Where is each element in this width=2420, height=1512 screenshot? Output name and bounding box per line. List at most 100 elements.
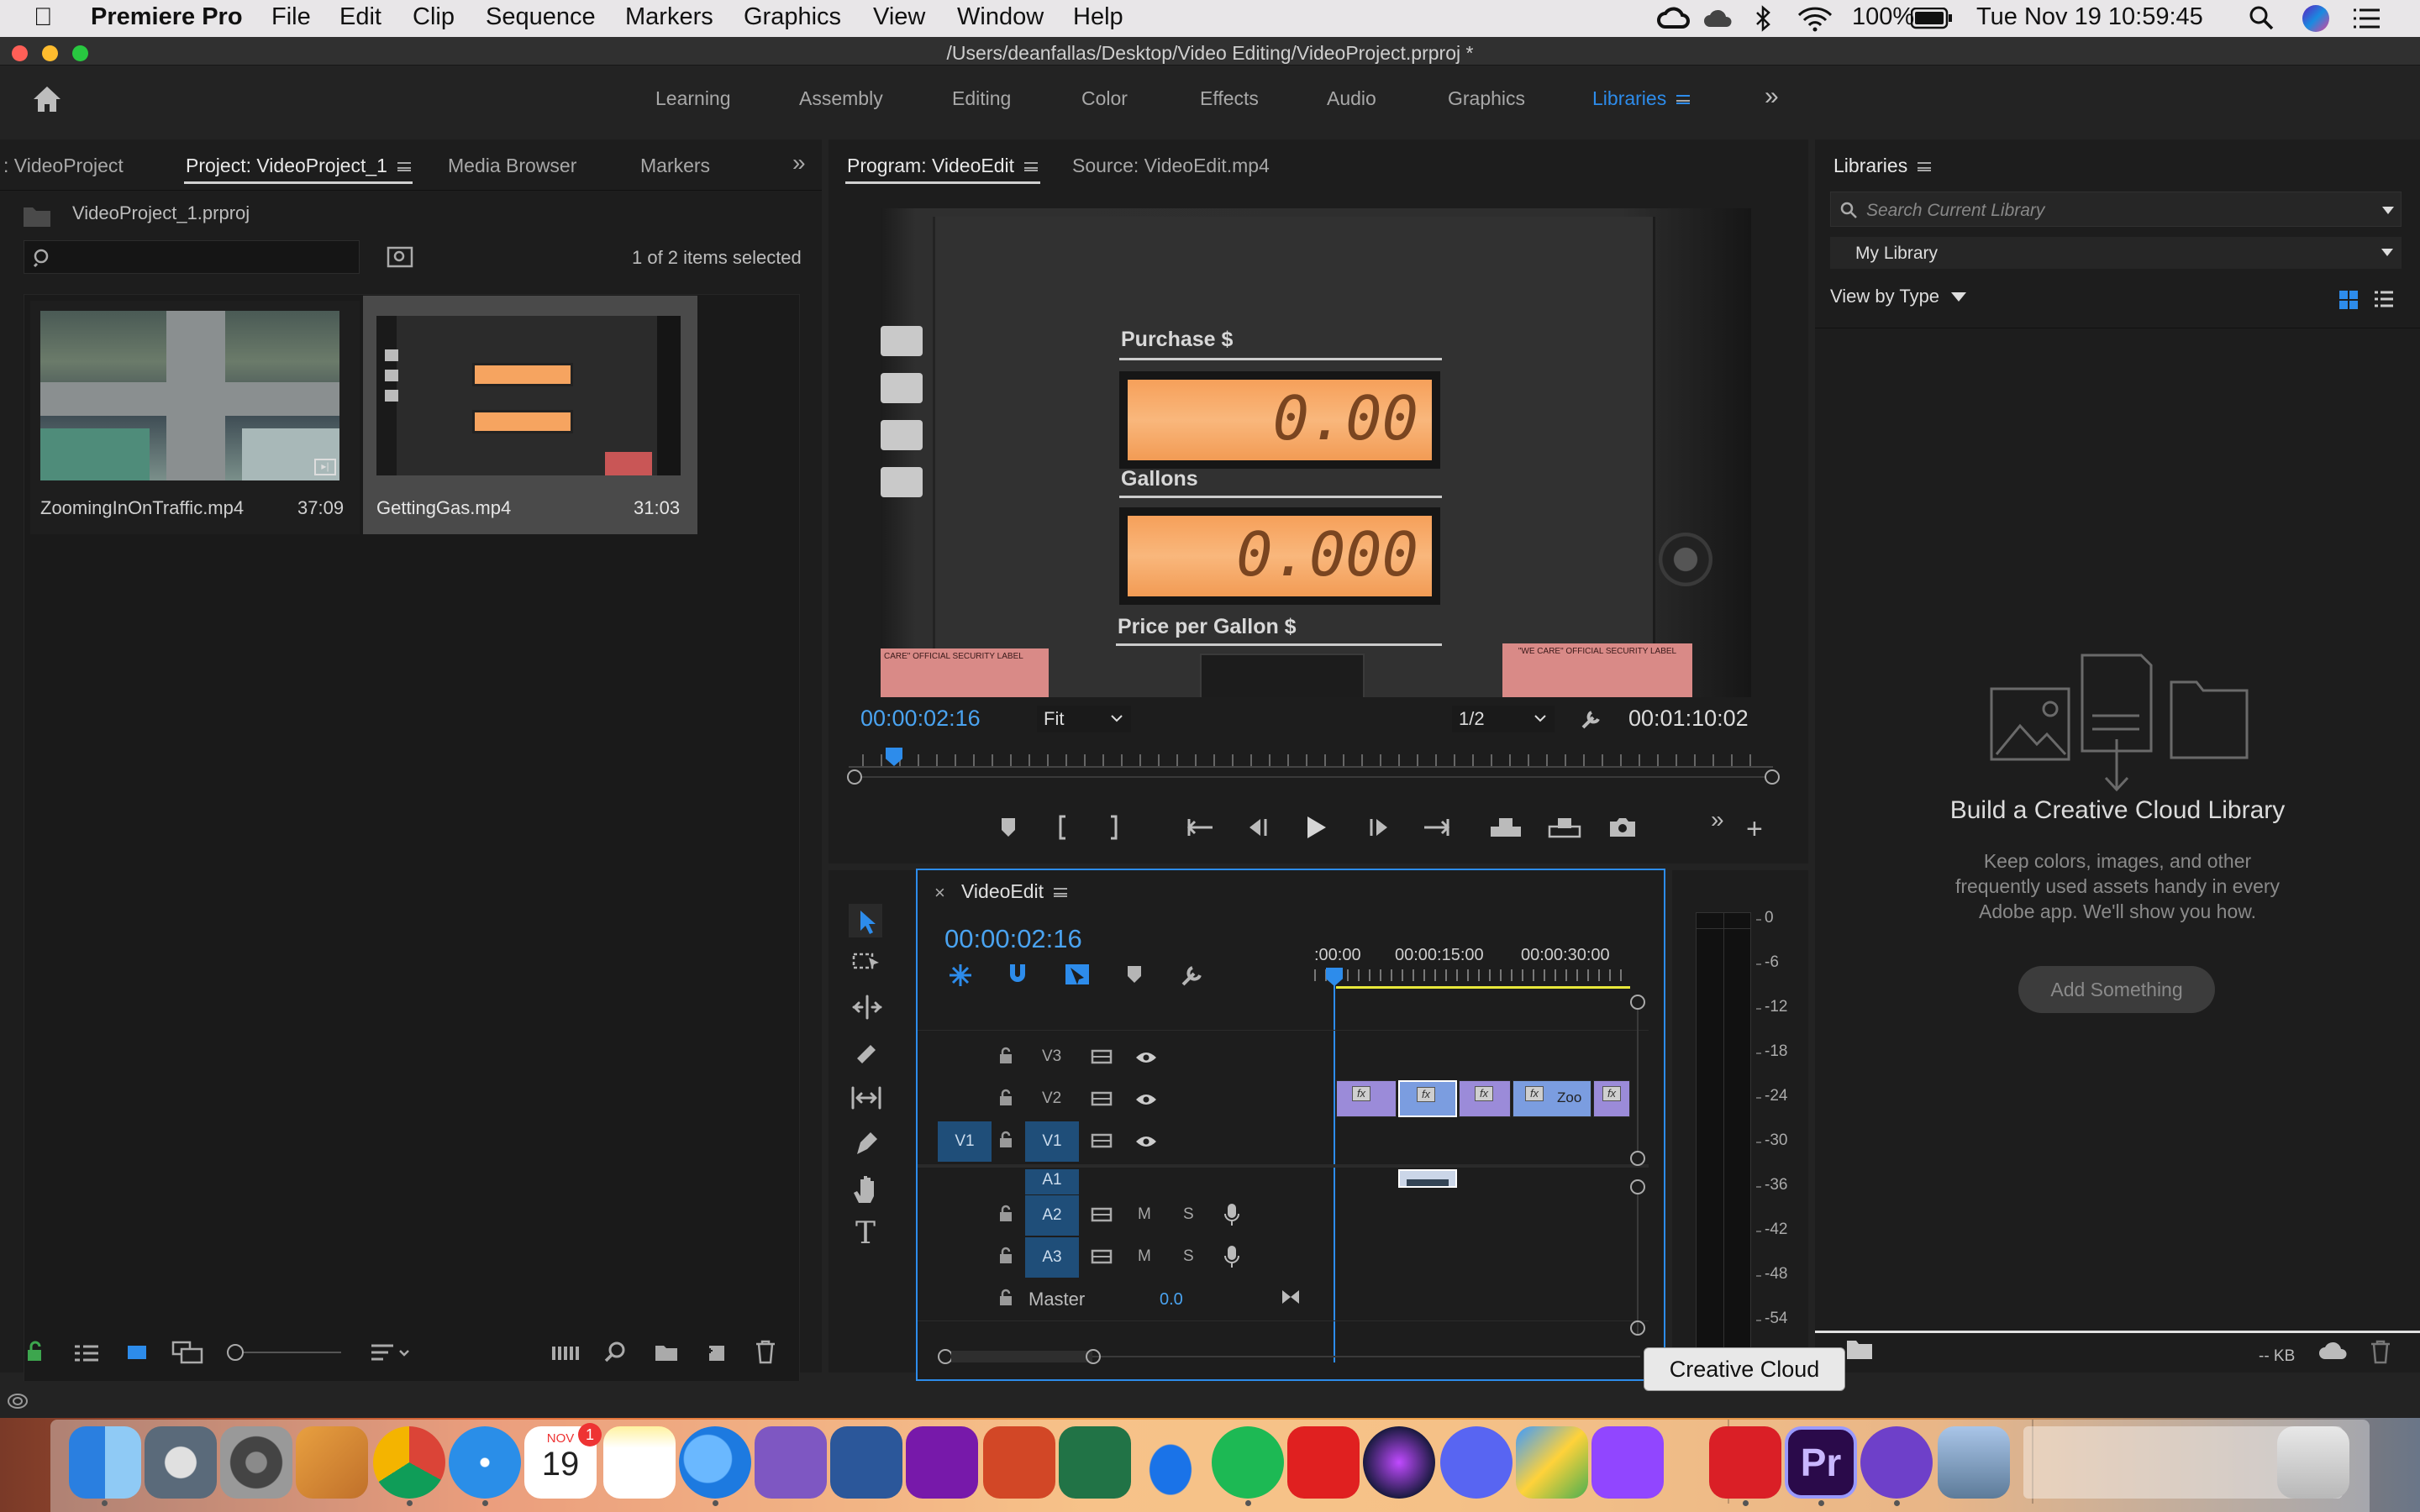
audio-clip[interactable] [1398, 1169, 1457, 1188]
v-scroll-track[interactable] [1637, 1010, 1639, 1151]
v-scroll-handle[interactable] [1630, 995, 1645, 1010]
trash-icon[interactable] [2277, 1426, 2349, 1499]
zoom-bar-handle-right[interactable] [1765, 769, 1780, 785]
zoom-level-select[interactable]: Fit [1037, 706, 1131, 732]
timeline-clip-selected[interactable]: fx [1398, 1080, 1457, 1117]
lift-icon[interactable] [1489, 816, 1523, 838]
icon-view-icon[interactable] [126, 1342, 148, 1362]
spotlight-icon[interactable] [2249, 5, 2275, 32]
workspace-libraries[interactable]: Libraries [1592, 87, 1691, 110]
siri-icon[interactable] [2302, 5, 2329, 32]
workspace-overflow-button[interactable]: » [1765, 82, 1779, 111]
mute-track-button[interactable]: M [1138, 1247, 1151, 1266]
track-lock-icon[interactable] [998, 1289, 1013, 1307]
panel-overflow-button[interactable]: » [792, 150, 806, 176]
tab-videoproject[interactable]: : VideoProject [3, 155, 124, 177]
timeline-clip[interactable]: fx Zoo [1512, 1080, 1591, 1117]
battery-icon[interactable] [1911, 8, 1953, 29]
resolution-select[interactable]: 1/2 [1452, 706, 1555, 732]
button-editor-overflow[interactable]: » [1711, 806, 1724, 833]
zoom-slider-track[interactable] [244, 1352, 341, 1353]
slip-tool-icon[interactable] [850, 1085, 882, 1110]
delete-icon[interactable] [2370, 1339, 2391, 1364]
track-lock-icon[interactable] [998, 1131, 1013, 1149]
chrome-icon[interactable] [373, 1426, 445, 1499]
menu-help[interactable]: Help [1073, 3, 1123, 31]
track-target-a1[interactable]: A1 [1025, 1169, 1079, 1194]
step-forward-icon[interactable] [1366, 818, 1390, 837]
calculator-icon[interactable] [296, 1426, 368, 1499]
panel-menu-icon[interactable] [1024, 162, 1039, 172]
close-sequence-icon[interactable]: × [934, 882, 945, 904]
find-bin-icon[interactable] [387, 244, 413, 269]
go-to-out-icon[interactable] [1422, 818, 1450, 837]
track-lock-icon[interactable] [998, 1247, 1013, 1265]
timeline-playhead-head[interactable] [1326, 968, 1343, 986]
mute-track-button[interactable]: M [1138, 1205, 1151, 1224]
tab-project-videoproject-1[interactable]: Project: VideoProject_1 [186, 155, 411, 177]
track-target-v1[interactable]: V1 [1025, 1121, 1079, 1162]
spotify-icon[interactable] [1212, 1426, 1284, 1499]
workspace-editing[interactable]: Editing [952, 87, 1011, 110]
home-icon[interactable] [30, 82, 64, 116]
lock-icon[interactable] [25, 1341, 44, 1362]
panel-menu-icon[interactable] [397, 162, 411, 172]
linked-selection-icon[interactable] [1064, 963, 1091, 986]
snap-magnet-icon[interactable] [1007, 963, 1028, 986]
menu-edit[interactable]: Edit [339, 3, 381, 31]
voice-over-mic-icon[interactable] [1223, 1245, 1240, 1268]
notification-center-icon[interactable] [2351, 7, 2381, 30]
step-back-icon[interactable] [1247, 818, 1270, 837]
razor-tool-icon[interactable] [852, 1040, 881, 1067]
list-view-icon[interactable] [2373, 289, 2395, 311]
bluestacks-icon[interactable] [1516, 1426, 1588, 1499]
launchpad-icon[interactable] [145, 1426, 217, 1499]
onedrive-icon[interactable] [1134, 1426, 1207, 1499]
solo-track-button[interactable]: S [1183, 1247, 1194, 1266]
tab-program-monitor[interactable]: Program: VideoEdit [847, 155, 1039, 177]
workspace-menu-icon[interactable] [1676, 95, 1691, 105]
video-audio-divider[interactable] [918, 1164, 1649, 1168]
track-target-a2[interactable]: A2 [1025, 1195, 1079, 1236]
track-lock-icon[interactable] [998, 1047, 1013, 1065]
timeline-ruler-ticks[interactable] [1314, 969, 1630, 981]
workspace-assembly[interactable]: Assembly [799, 87, 883, 110]
workspace-learning[interactable]: Learning [655, 87, 731, 110]
creative-cloud-icon[interactable] [1709, 1426, 1781, 1499]
mark-in-icon[interactable] [1055, 815, 1069, 840]
timeline-settings-wrench-icon[interactable] [1180, 963, 1205, 988]
wrench-icon[interactable] [1580, 707, 1603, 731]
wifi-icon[interactable] [1797, 5, 1833, 32]
menu-clip[interactable]: Clip [413, 3, 455, 31]
sequence-tab[interactable]: VideoEdit [961, 880, 1068, 903]
apple-icon[interactable]:  [34, 3, 53, 32]
timeline-clip[interactable]: fx [1593, 1080, 1630, 1117]
play-button[interactable] [1306, 815, 1328, 840]
workspace-color[interactable]: Color [1081, 87, 1128, 110]
grid-view-icon[interactable] [2338, 289, 2360, 311]
sync-lock-icon[interactable] [1091, 1090, 1113, 1107]
visual-studio-icon[interactable] [755, 1426, 827, 1499]
zoom-bar-handle-left[interactable] [847, 769, 862, 785]
work-area-bar[interactable] [1336, 986, 1630, 989]
new-item-icon[interactable] [706, 1341, 728, 1362]
toggle-output-eye-icon[interactable] [1134, 1134, 1158, 1149]
export-frame-icon[interactable] [1608, 816, 1637, 838]
selection-tool-icon[interactable] [849, 904, 882, 937]
workspace-effects[interactable]: Effects [1200, 87, 1259, 110]
hand-tool-icon[interactable] [852, 1174, 881, 1205]
add-marker-icon[interactable] [1000, 816, 1017, 838]
toggle-output-eye-icon[interactable] [1134, 1092, 1158, 1107]
app-menu[interactable]: Premiere Pro [91, 3, 243, 31]
workspace-audio[interactable]: Audio [1327, 87, 1376, 110]
menu-file[interactable]: File [271, 3, 311, 31]
timeline-clip[interactable]: fx [1459, 1080, 1511, 1117]
v-scroll-handle[interactable] [1630, 1179, 1645, 1194]
v-scroll-handle[interactable] [1630, 1320, 1645, 1336]
v-scroll-track[interactable] [1637, 1194, 1639, 1336]
cloud-sync-icon[interactable] [2317, 1341, 2348, 1362]
find-icon[interactable] [603, 1341, 627, 1364]
add-button-icon[interactable]: + [1746, 813, 1763, 846]
menu-graphics[interactable]: Graphics [744, 3, 841, 31]
workspace-graphics[interactable]: Graphics [1448, 87, 1525, 110]
